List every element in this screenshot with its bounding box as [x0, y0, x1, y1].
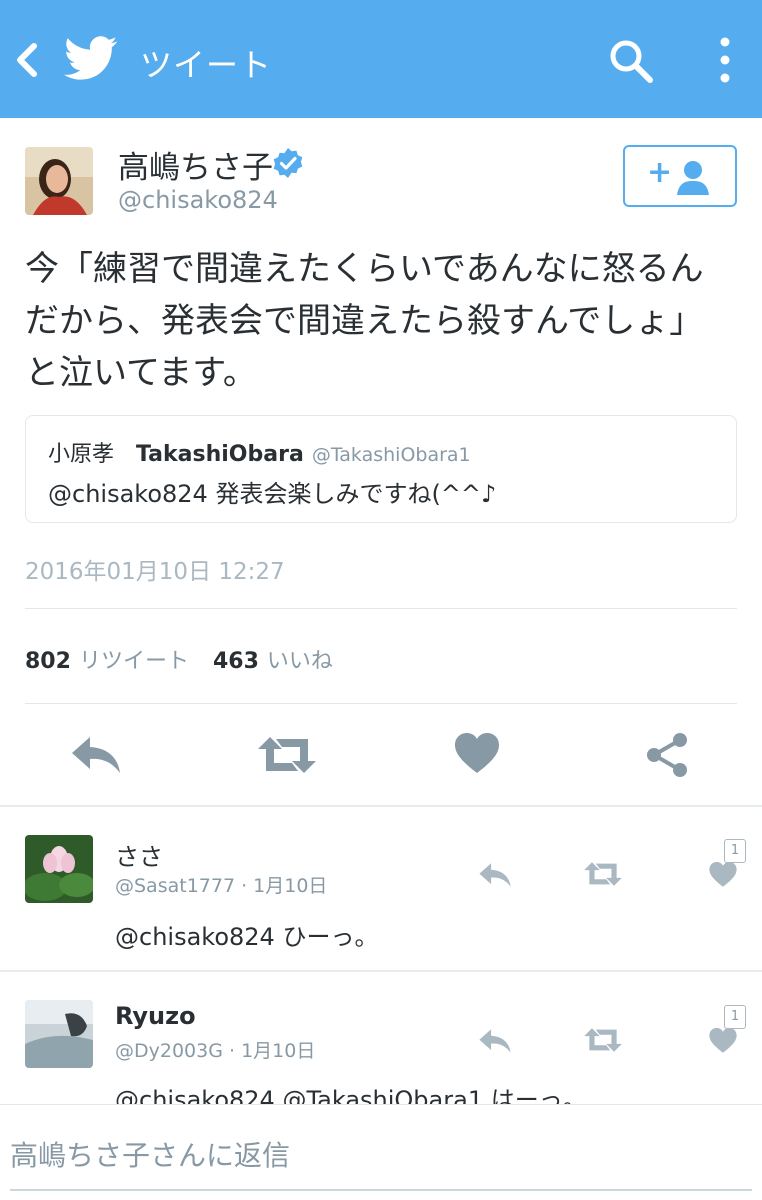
retweet-icon[interactable] [258, 735, 316, 775]
tweet-text: 今「練習で間違えたくらいであんなに怒るんだから、発表会で間違えたら殺すんでしょ」… [25, 249, 704, 393]
reply-meta: @Dy2003G · 1月10日 [115, 1040, 316, 1062]
reply-icon[interactable] [70, 735, 122, 775]
quoted-tweet-text: @chisako824 発表会楽しみですね(^^♪ [48, 480, 497, 508]
like-heart-icon[interactable] [709, 1028, 737, 1054]
quoted-author-alt-name: TakashiObara [136, 442, 304, 467]
like-count-badge: 1 [724, 1005, 746, 1029]
retweet-icon[interactable] [584, 1027, 622, 1053]
reply-author-name[interactable]: ささ [115, 837, 163, 872]
author-handle[interactable]: @chisako824 [118, 186, 278, 214]
verified-badge-icon [273, 148, 303, 178]
reply-author-name[interactable]: Ryuzo [115, 1002, 196, 1030]
tweet-timestamp: 2016年01月10日 12:27 [25, 559, 285, 585]
page-title: ツイート [140, 46, 273, 84]
quoted-author-handle: @TakashiObara1 [311, 444, 471, 466]
plus-icon: + [647, 155, 673, 190]
tweet-stats: 802 リツイート 463 いいね [25, 643, 333, 675]
retweet-count[interactable]: 802 [25, 649, 71, 674]
divider [25, 703, 737, 704]
reply-meta: @Sasat1777 · 1月10日 [115, 875, 328, 897]
share-icon[interactable] [645, 732, 689, 778]
input-underline [10, 1189, 752, 1191]
divider [25, 608, 737, 609]
reply-icon[interactable] [478, 862, 512, 888]
person-icon [677, 161, 709, 195]
author-avatar[interactable] [25, 147, 93, 215]
twitter-bird-icon [64, 36, 118, 80]
quoted-tweet-header: 小原孝 TakashiObara @TakashiObara1 [48, 436, 471, 468]
reply-input[interactable] [10, 1135, 730, 1175]
like-heart-icon[interactable] [709, 862, 737, 888]
follow-button[interactable]: + [623, 145, 737, 207]
section-divider [0, 805, 762, 807]
overflow-menu-icon[interactable] [712, 34, 738, 86]
like-count-badge: 1 [724, 839, 746, 863]
app-bar: ツイート [0, 0, 762, 118]
search-icon[interactable] [606, 36, 656, 86]
quoted-author-name: 小原孝 [48, 442, 115, 467]
reply-avatar[interactable] [25, 1000, 93, 1068]
reply-text: @chisako824 ひーっ。 [115, 923, 379, 951]
retweet-icon[interactable] [584, 861, 622, 887]
retweet-label[interactable]: リツイート [79, 649, 189, 674]
like-label[interactable]: いいね [267, 649, 333, 674]
reply-composer [0, 1104, 762, 1200]
reply-icon[interactable] [478, 1028, 512, 1054]
like-heart-icon[interactable] [455, 733, 499, 775]
section-divider [0, 970, 762, 972]
like-count[interactable]: 463 [213, 649, 259, 674]
back-arrow-icon[interactable] [10, 40, 44, 80]
reply-avatar[interactable] [25, 835, 93, 903]
author-name[interactable]: 高嶋ちさ子 [118, 142, 273, 187]
quoted-tweet-card[interactable]: 小原孝 TakashiObara @TakashiObara1 @chisako82… [25, 415, 737, 523]
